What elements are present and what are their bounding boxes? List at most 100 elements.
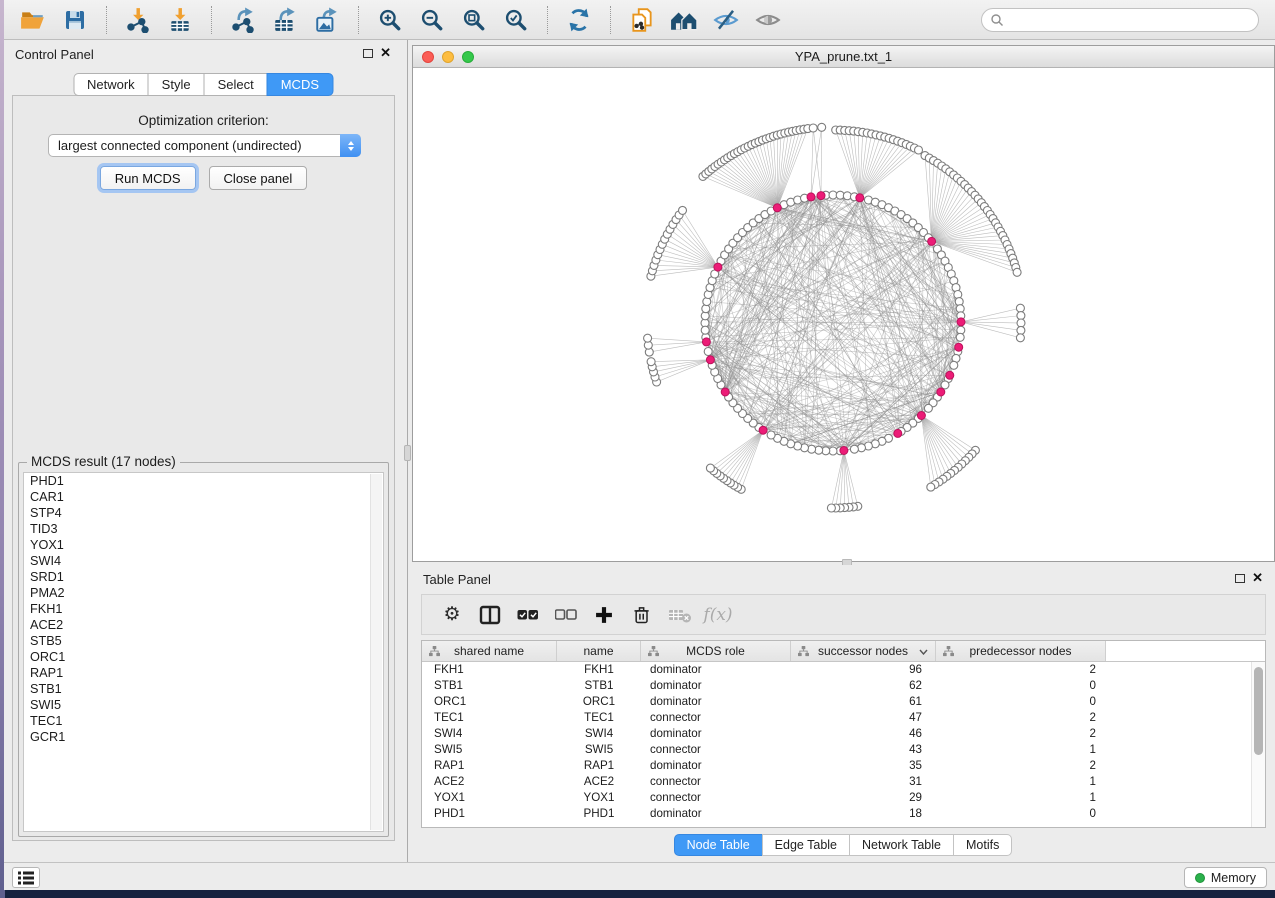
optimization-criterion-select[interactable]: largest connected component (undirected) <box>48 134 361 157</box>
network-node[interactable] <box>927 483 935 491</box>
mcds-hub-node[interactable] <box>817 192 825 200</box>
vertical-splitter[interactable] <box>403 40 412 862</box>
mcds-hub-node[interactable] <box>759 426 767 434</box>
mcds-list-scrollbar[interactable] <box>370 474 382 830</box>
mcds-result-item[interactable]: GCR1 <box>24 729 383 745</box>
zoom-out-icon[interactable] <box>417 5 447 35</box>
network-node[interactable] <box>704 348 712 356</box>
table-row[interactable]: TEC1TEC1connector472 <box>422 710 1265 726</box>
mcds-hub-node[interactable] <box>955 343 963 351</box>
table-row[interactable]: RAP1RAP1dominator352 <box>422 758 1265 774</box>
add-column-icon[interactable] <box>590 601 618 629</box>
mcds-hub-node[interactable] <box>706 356 714 364</box>
mcds-hub-node[interactable] <box>946 371 954 379</box>
close-panel-icon[interactable]: ✕ <box>380 45 391 61</box>
search-input[interactable] <box>1004 13 1250 27</box>
mcds-result-item[interactable]: YOX1 <box>24 537 383 553</box>
network-node[interactable] <box>701 326 709 334</box>
export-network-icon[interactable] <box>228 5 258 35</box>
import-table-icon[interactable] <box>165 5 195 35</box>
table-row[interactable]: STB1STB1dominator620 <box>422 678 1265 694</box>
network-node[interactable] <box>706 464 714 472</box>
column-header-predecessor-nodes[interactable]: predecessor nodes <box>936 641 1106 661</box>
mcds-hub-node[interactable] <box>957 318 965 326</box>
mcds-hub-node[interactable] <box>917 412 925 420</box>
houses-icon[interactable] <box>669 5 699 35</box>
network-node[interactable] <box>941 381 949 389</box>
network-node[interactable] <box>915 146 923 154</box>
network-node[interactable] <box>850 445 858 453</box>
mcds-hub-node[interactable] <box>773 204 781 212</box>
table-scrollbar[interactable] <box>1251 662 1265 827</box>
zoom-fit-icon[interactable] <box>459 5 489 35</box>
table-row[interactable]: FKH1FKH1dominator962 <box>422 662 1265 678</box>
export-table-icon[interactable] <box>270 5 300 35</box>
tab-style[interactable]: Style <box>148 73 205 96</box>
network-titlebar[interactable]: YPA_prune.txt_1 <box>413 46 1274 68</box>
show-eye-icon[interactable] <box>753 5 783 35</box>
close-panel-icon[interactable]: ✕ <box>1252 570 1263 586</box>
mcds-result-item[interactable]: SRD1 <box>24 569 383 585</box>
mcds-result-item[interactable]: RAP1 <box>24 665 383 681</box>
mcds-result-item[interactable]: SWI5 <box>24 697 383 713</box>
scrollbar-thumb[interactable] <box>1254 667 1263 755</box>
mcds-hub-node[interactable] <box>856 194 864 202</box>
network-graph[interactable] <box>413 68 1274 561</box>
network-node[interactable] <box>809 124 817 132</box>
clone-network-icon[interactable] <box>627 5 657 35</box>
table-row[interactable]: ACE2ACE2connector311 <box>422 774 1265 790</box>
task-history-button[interactable] <box>12 867 40 888</box>
table-row[interactable]: SWI4SWI4dominator462 <box>422 726 1265 742</box>
column-header-shared-name[interactable]: shared name <box>422 641 557 661</box>
mcds-result-item[interactable]: PHD1 <box>24 473 383 489</box>
mcds-result-item[interactable]: ORC1 <box>24 649 383 665</box>
network-node[interactable] <box>647 358 655 366</box>
splitter-grip[interactable] <box>404 445 411 461</box>
mcds-result-item[interactable]: SWI4 <box>24 553 383 569</box>
tab-network[interactable]: Network <box>73 73 149 96</box>
mcds-hub-node[interactable] <box>894 429 902 437</box>
select-all-checks-icon[interactable] <box>514 601 542 629</box>
mcds-result-item[interactable]: TID3 <box>24 521 383 537</box>
mcds-hub-node[interactable] <box>702 338 710 346</box>
table-row[interactable]: PHD1PHD1dominator180 <box>422 806 1265 822</box>
save-session-icon[interactable] <box>60 5 90 35</box>
network-node[interactable] <box>767 431 775 439</box>
network-node[interactable] <box>1017 319 1025 327</box>
mcds-hub-node[interactable] <box>807 193 815 201</box>
mcds-result-item[interactable]: STP4 <box>24 505 383 521</box>
run-mcds-button[interactable]: Run MCDS <box>100 166 196 190</box>
network-node[interactable] <box>1013 268 1021 276</box>
network-node[interactable] <box>679 206 687 214</box>
tab-mcds[interactable]: MCDS <box>267 73 333 96</box>
table-row[interactable]: YOX1YOX1connector291 <box>422 790 1265 806</box>
network-node[interactable] <box>924 404 932 412</box>
mcds-result-item[interactable]: STB1 <box>24 681 383 697</box>
zoom-selected-icon[interactable] <box>501 5 531 35</box>
mcds-result-item[interactable]: TEC1 <box>24 713 383 729</box>
zoom-in-icon[interactable] <box>375 5 405 35</box>
memory-button[interactable]: Memory <box>1184 867 1267 888</box>
tab-motifs[interactable]: Motifs <box>953 834 1012 856</box>
network-node[interactable] <box>956 333 964 341</box>
mcds-result-item[interactable]: PMA2 <box>24 585 383 601</box>
column-header-successor-nodes[interactable]: successor nodes <box>791 641 936 661</box>
network-node[interactable] <box>1016 304 1024 312</box>
export-image-icon[interactable] <box>312 5 342 35</box>
mcds-hub-node[interactable] <box>714 263 722 271</box>
delete-column-icon[interactable] <box>628 601 656 629</box>
network-node[interactable] <box>827 504 835 512</box>
network-node[interactable] <box>644 334 652 342</box>
mcds-result-item[interactable]: ACE2 <box>24 617 383 633</box>
network-node[interactable] <box>950 361 958 369</box>
float-panel-icon[interactable] <box>1235 574 1245 583</box>
mcds-hub-node[interactable] <box>721 388 729 396</box>
network-node[interactable] <box>1016 334 1024 342</box>
network-node[interactable] <box>1017 326 1025 334</box>
network-node[interactable] <box>1017 312 1025 320</box>
column-header-MCDS-role[interactable]: MCDS role <box>641 641 791 661</box>
mcds-hub-node[interactable] <box>840 447 848 455</box>
column-header-name[interactable]: name <box>557 641 641 661</box>
mcds-hub-node[interactable] <box>928 237 936 245</box>
network-node[interactable] <box>818 123 826 131</box>
